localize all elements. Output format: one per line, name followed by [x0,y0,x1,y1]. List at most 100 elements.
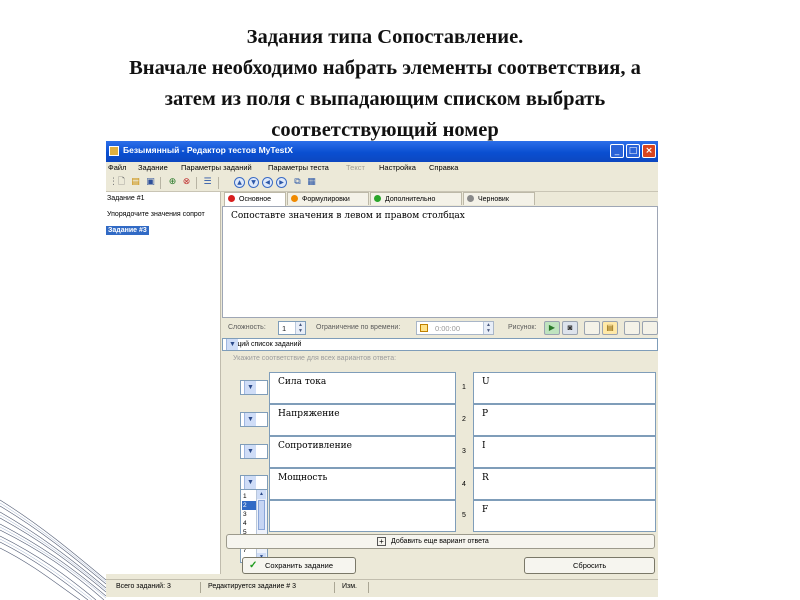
tab-main[interactable]: Основное [224,192,286,206]
picture-slot-button[interactable] [624,321,640,335]
tree-item[interactable]: Задание #1 [106,195,146,202]
save-task-label: Сохранить задание [265,561,334,570]
checkmark-icon: ✓ [249,560,258,571]
new-file-icon[interactable]: 🗋 [116,177,127,188]
question-text-editor[interactable]: Сопоставте значения в левом и правом сто… [222,206,658,318]
toolbar-separator [160,177,161,189]
right-answer-text: I [482,441,486,451]
menu-test-params[interactable]: Параметры теста [268,163,329,172]
window-titlebar[interactable]: Безымянный - Редактор тестов MyTestX _ □… [106,141,658,162]
time-limit-field[interactable]: 0:00:00 ▲ ▼ [416,321,494,335]
chevron-down-icon[interactable]: ▼ [244,445,256,458]
chevron-down-icon[interactable]: ▼ [226,339,238,350]
save-icon[interactable]: ▣ [145,177,156,188]
match-select-open[interactable]: ▼ [240,475,268,490]
right-answer-field[interactable]: P [473,404,656,436]
spin-arrows-icon[interactable]: ▲ ▼ [295,322,305,334]
left-answer-field[interactable]: Сила тока [269,372,456,404]
picture-slot-button[interactable] [584,321,600,335]
chevron-down-icon[interactable]: ▼ [244,413,256,426]
menu-help[interactable]: Справка [429,163,458,172]
right-answer-number: 4 [462,481,466,488]
open-folder-icon[interactable]: ▤ [130,177,141,188]
paste-icon[interactable]: ▦ [306,177,317,188]
left-answer-field[interactable]: Сопротивление [269,436,456,468]
tree-item[interactable]: Упорядочите значения сопрот [106,211,206,218]
slide-title-line: Задания типа Сопоставление. [246,26,524,48]
camera-icon[interactable]: ◙ [562,321,578,335]
menu-text[interactable]: Текст [346,163,365,172]
right-answer-field[interactable]: U [473,372,656,404]
dropdown-scrollbar[interactable]: ▲ ▼ [256,490,267,562]
time-limit-checkbox[interactable] [420,324,428,332]
spin-arrows-icon[interactable]: ▲ ▼ [483,322,493,334]
status-separator [368,582,369,593]
app-window: Безымянный - Редактор тестов MyTestX _ □… [106,141,658,597]
insert-picture-icon[interactable]: ▶ [544,321,560,335]
right-answer-field[interactable]: F [473,500,656,532]
complexity-spinner[interactable]: 1 ▲ ▼ [278,321,306,335]
slide-title: Задания типа Сопоставление. Вначале необ… [0,22,770,146]
right-answer-number: 1 [462,384,466,391]
task-tree: Задание #1 Упорядочите значения сопрот З… [106,192,221,574]
left-answer-text: Мощность [278,473,328,483]
menu-task-params[interactable]: Параметры заданий [181,163,252,172]
right-answer-number: 3 [462,448,466,455]
delete-task-icon[interactable]: ⊗ [181,177,192,188]
match-select[interactable]: 3▼ [240,380,268,395]
move-down-icon[interactable]: ▼ [248,177,259,188]
right-answer-number: 2 [462,416,466,423]
add-task-icon[interactable]: ⊕ [167,177,178,188]
picture-slot-button[interactable] [642,321,658,335]
right-answer-field[interactable]: I [473,436,656,468]
task-list-icon[interactable]: ☰ [202,177,213,188]
chevron-down-icon[interactable]: ▼ [244,476,256,489]
add-variant-button[interactable]: + Добавить еще вариант ответа [226,534,655,549]
scroll-up-icon[interactable]: ▲ [257,490,266,499]
menu-file[interactable]: Файл [108,163,126,172]
status-separator [334,582,335,593]
maximize-button[interactable]: □ [626,144,640,158]
tab-label: Формулировки [302,196,350,203]
slide-title-line: затем из поля с выпадающим списком выбра… [164,88,606,110]
first-task-icon[interactable]: ◀ [262,177,273,188]
left-answer-text: Напряжение [278,409,340,419]
close-button[interactable]: × [642,144,656,158]
save-task-button[interactable]: ✓ Сохранить задание [242,557,356,574]
complexity-label: Сложность: [228,324,266,331]
minimize-button[interactable]: _ [610,144,624,158]
left-answer-field[interactable]: Напряжение [269,404,456,436]
slide-title-line: Вначале необходимо набрать элементы соот… [129,57,641,79]
toolbar-separator [218,177,219,189]
menu-task[interactable]: Задание [138,163,168,172]
match-dropdown-list[interactable]: 1 2 3 4 5 6 7 ▲ ▼ [240,489,268,563]
tab-draft[interactable]: Черновик [463,192,535,205]
move-up-icon[interactable]: ▲ [234,177,245,188]
tab-label: Основное [239,196,272,203]
chevron-down-icon[interactable]: ▼ [244,381,256,394]
left-answer-field[interactable] [269,500,456,532]
tree-item-selected[interactable]: Задание #3 [106,226,149,235]
match-select[interactable]: 4▼ [240,444,268,459]
right-answer-number: 5 [462,512,466,519]
orange-circle-icon [291,195,298,202]
tab-formulations[interactable]: Формулировки [287,192,369,205]
left-answer-text: Сопротивление [278,441,352,451]
scrollbar-thumb[interactable] [258,500,265,530]
copy-icon[interactable]: ⧉ [292,177,303,188]
menu-bar: Файл Задание Параметры заданий Параметры… [106,162,658,175]
last-task-icon[interactable]: ▶ [276,177,287,188]
app-icon [109,146,119,156]
tab-additional[interactable]: Дополнительно [370,192,462,205]
left-answer-field[interactable]: Мощность [269,468,456,500]
clipboard-icon[interactable]: ▤ [602,321,618,335]
picture-label: Рисунок: [508,324,537,331]
menu-settings[interactable]: Настройка [379,163,416,172]
right-answer-text: U [482,377,490,387]
red-circle-icon [228,195,235,202]
time-limit-label: Ограничение по времени: [316,324,401,331]
match-select[interactable]: 1▼ [240,412,268,427]
task-list-select[interactable]: Общий список заданий ▼ [222,338,658,351]
reset-button[interactable]: Сбросить [524,557,655,574]
right-answer-field[interactable]: R [473,468,656,500]
